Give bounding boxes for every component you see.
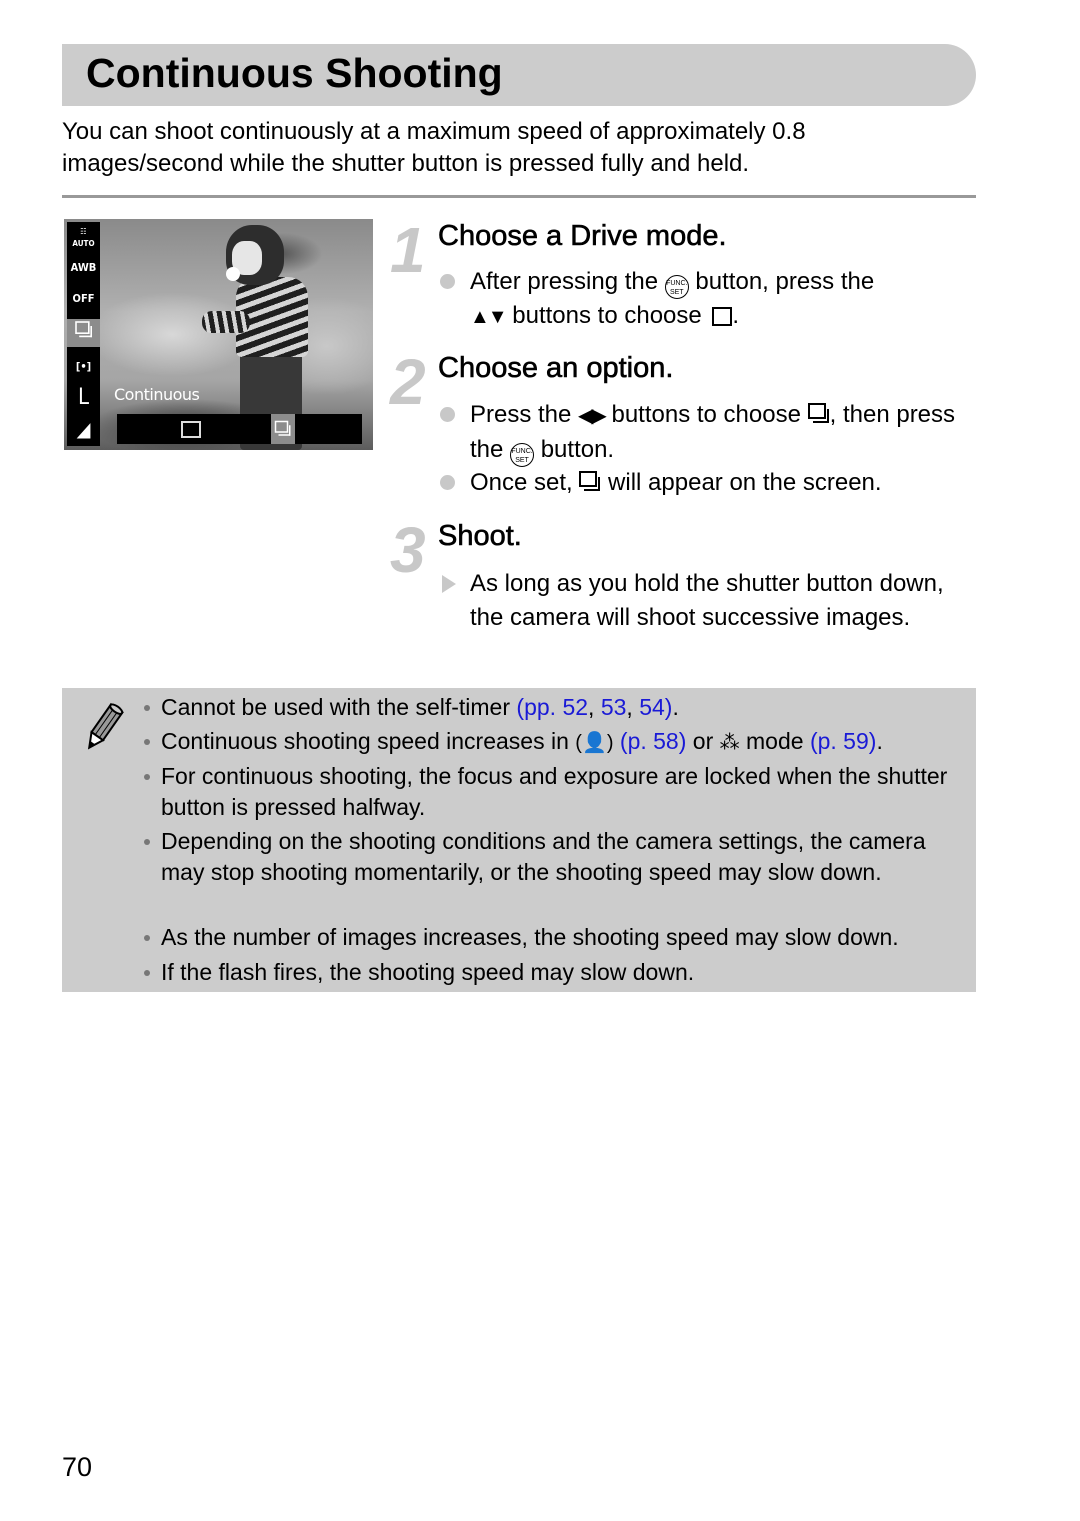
metering-icon: [•] (75, 360, 92, 373)
camera-lcd-screenshot: ☷ AUTO AWB OFF [•] L ◢ Continuous (64, 219, 373, 450)
func-set-button-icon: FUNC. SET (664, 275, 689, 299)
bullet-dot-icon (144, 774, 150, 780)
bullet-text: Once set, will appear on the screen. (470, 469, 882, 496)
result-triangle-icon (442, 575, 456, 593)
step-title: Shoot. (438, 520, 522, 553)
step-number: 1 (390, 214, 426, 286)
pencil-icon (87, 702, 124, 750)
page-number: 70 (62, 1452, 93, 1482)
bullet-text: Press the ◀▶ buttons to choose , then pr… (470, 398, 980, 467)
lcd-option-bar (117, 414, 362, 444)
red-eye-off-icon: OFF (72, 292, 95, 305)
page-link-59[interactable]: (p. 59) (810, 728, 876, 754)
note-text: Depending on the shooting conditions and… (161, 828, 926, 885)
white-balance-awb-icon: AWB (70, 261, 97, 274)
note-text: As the number of images increases, the s… (161, 924, 899, 950)
bullet-dot-icon (440, 274, 455, 289)
bullet-text: After pressing the FUNC. SET button, pres… (470, 268, 875, 329)
bullet-dot-icon (144, 705, 150, 711)
note-text: For continuous shooting, the focus and e… (161, 763, 948, 820)
image-size-large-icon: L (77, 385, 90, 410)
note-text: Continuous shooting speed increases in (… (161, 728, 883, 754)
single-shot-option-icon (181, 421, 201, 438)
step-number: 2 (390, 346, 426, 418)
page-title: Continuous Shooting (86, 50, 503, 96)
bullet-dot-icon (144, 935, 150, 941)
page-link-52[interactable]: 52 (562, 694, 588, 720)
step-title: Choose a Drive mode. (438, 220, 727, 253)
intro-paragraph: You can shoot continuously at a maximum … (62, 118, 806, 177)
page-link[interactable]: (pp. (516, 694, 562, 720)
bullet-dot-icon (144, 970, 150, 976)
bullet-text: As long as you hold the shutter button d… (470, 570, 944, 631)
kids-and-pets-mode-icon: (👤) (575, 732, 614, 754)
page-link-58[interactable]: (p. 58) (620, 728, 686, 754)
photo-flower (226, 267, 240, 281)
page-link-54[interactable]: 54 (639, 694, 665, 720)
continuous-drive-icon (67, 319, 100, 347)
note-text: If the flash fires, the shooting speed m… (161, 959, 695, 985)
photo-subject-arm (202, 311, 250, 333)
bullet-dot-icon (440, 475, 455, 490)
step-title: Choose an option. (438, 352, 674, 385)
datetime-auto-icon: ☷ AUTO (72, 227, 95, 248)
lcd-function-menu: ☷ AUTO AWB OFF [•] L ◢ (67, 222, 100, 446)
up-down-arrows-icon: ▲▼ (470, 306, 508, 328)
divider (62, 195, 976, 198)
left-right-arrows-icon: ◀▶ (578, 405, 607, 427)
page-title-bar: Continuous Shooting (62, 44, 976, 106)
bullet-dot-icon (144, 839, 150, 845)
compression-icon: ◢ (76, 417, 91, 441)
bullet-dot-icon (440, 407, 455, 422)
continuous-drive-icon (807, 403, 830, 425)
continuous-drive-icon (579, 471, 601, 493)
func-set-button-icon: FUNC. SET (510, 443, 535, 467)
lcd-option-caption: Continuous (114, 385, 200, 404)
page-link-53[interactable]: 53 (601, 694, 627, 720)
indoor-mode-icon: ⁂ (719, 732, 740, 754)
bullet-dot-icon (144, 739, 150, 745)
continuous-option-icon (271, 414, 295, 444)
single-shot-icon (712, 307, 733, 326)
note-text: Cannot be used with the self-timer (pp. … (161, 694, 679, 720)
step-number: 3 (390, 514, 426, 586)
notes-box: Cannot be used with the self-timer (pp. … (62, 688, 976, 992)
